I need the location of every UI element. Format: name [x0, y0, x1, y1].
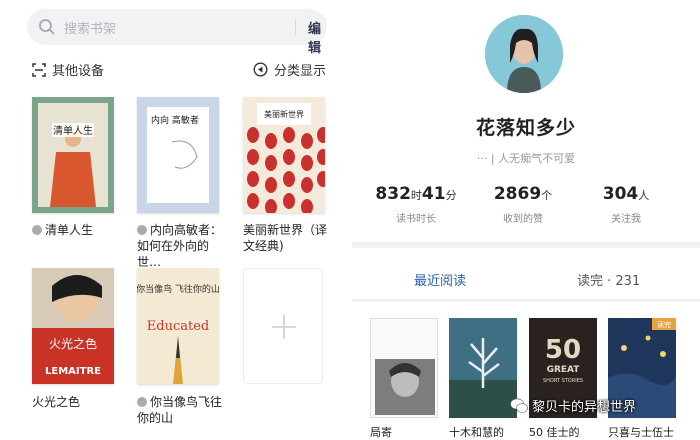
tab-recent-reading[interactable]: 最近阅读 [414, 270, 466, 289]
book-cover-title: 内向 高敏者 [151, 114, 199, 126]
book-cover[interactable]: 内向 高敏者 [137, 97, 219, 213]
user-signature: ··· | 人无痴气不可爱 [476, 152, 576, 165]
recent-books-shelf: 50 GREAT SHORT STORIES 读完 局寄 十木和慧的 50 佳士的 … [352, 302, 700, 439]
search-placeholder: 搜索书架 [64, 22, 117, 37]
reading-tabs: 最近阅读 读完 · 231 [352, 248, 700, 300]
sort-display-button[interactable]: 分类显示 [253, 60, 326, 79]
recent-book-cover[interactable] [370, 318, 438, 418]
stat-unit: 分 [445, 189, 457, 202]
book-cover-title: 你当像鸟 飞往你的山 [137, 283, 219, 295]
book-title[interactable]: 清单人生 [32, 222, 122, 238]
book-title-text: 火光之色 [32, 395, 81, 409]
recent-book-cover[interactable] [449, 318, 517, 418]
svg-text:GREAT: GREAT [547, 365, 581, 375]
synced-icon [32, 224, 42, 235]
divider [295, 19, 296, 35]
stat-label: 关注我 [611, 214, 641, 225]
reading-time-stat[interactable]: 832时41分 读书时长 [361, 184, 471, 225]
book-title-text: 清单人生 [45, 223, 94, 237]
svg-text:SHORT STORIES: SHORT STORIES [543, 378, 583, 384]
synced-icon [137, 224, 147, 235]
stat-value: 832 [375, 184, 411, 204]
stat-unit: 人 [638, 189, 650, 202]
edit-button[interactable]: 编辑 [308, 18, 327, 56]
profile-panel: 花落知多少 ··· | 人无痴气不可爱 832时41分 读书时长 2869个 收… [352, 0, 700, 439]
book-cover[interactable]: 火光之色 LEMAITRE [32, 268, 114, 384]
category-icon [253, 62, 268, 77]
search-bar[interactable]: 搜索书架 编辑 [27, 9, 327, 56]
svg-text:50: 50 [545, 335, 581, 365]
book-title-text: 美丽新世界（译文经典) [243, 223, 328, 253]
add-book-button[interactable] [243, 268, 323, 384]
stat-value: 41 [421, 184, 446, 204]
stat-label: 收到的赞 [503, 214, 543, 225]
stat-unit: 时 [410, 189, 422, 202]
stat-unit: 个 [541, 189, 553, 202]
profile-card: 花落知多少 ··· | 人无痴气不可爱 832时41分 读书时长 2869个 收… [352, 0, 700, 242]
synced-icon [137, 396, 147, 407]
bookshelf-panel: 搜索书架 编辑 其他设备 分类显示 清单人生 内向 高敏者 美丽新世界 火光之色… [0, 0, 348, 438]
book-title[interactable]: 美丽新世界（译文经典) [243, 222, 333, 254]
watermark: 黎贝卡的异想世界 [510, 396, 636, 415]
book-title[interactable]: 你当像鸟飞往你的山 [137, 394, 227, 426]
book-title[interactable]: 内向高敏者：如何在外向的世… [137, 222, 227, 270]
book-title[interactable]: 火光之色 [32, 394, 122, 410]
other-devices-button[interactable]: 其他设备 [32, 60, 104, 79]
stat-label: 读书时长 [396, 214, 436, 225]
book-cover-subtitle: Educated [147, 319, 209, 334]
tab-finished[interactable]: 读完 · 231 [577, 270, 640, 289]
book-cover[interactable]: 清单人生 [32, 97, 114, 213]
sort-display-label: 分类显示 [273, 64, 326, 79]
book-title-text: 内向高敏者：如何在外向的世… [137, 223, 223, 269]
book-cover[interactable]: 美丽新世界 [243, 97, 325, 213]
watermark-text: 黎贝卡的异想世界 [532, 400, 637, 415]
book-title-text: 你当像鸟飞往你的山 [137, 395, 223, 425]
other-devices-label: 其他设备 [52, 64, 105, 79]
book-cover-title: 火光之色 [49, 337, 97, 351]
scan-icon [32, 62, 46, 77]
book-cover[interactable]: 你当像鸟 飞往你的山 Educated [137, 268, 219, 384]
stat-value: 304 [602, 184, 639, 204]
book-cover-art: 美丽新世界 [243, 97, 325, 213]
search-icon [39, 19, 55, 35]
avatar[interactable] [485, 15, 563, 93]
wechat-icon [510, 398, 528, 413]
user-name: 花落知多少 [475, 117, 576, 139]
book-cover-title: 清单人生 [53, 124, 93, 137]
finished-badge: 读完 [657, 320, 671, 329]
plus-icon [272, 315, 296, 339]
book-cover-title: 美丽新世界 [264, 109, 304, 119]
book-cover-art: 火光之色 LEMAITRE [32, 268, 114, 384]
likes-stat[interactable]: 2869个 收到的赞 [468, 184, 578, 225]
stat-value: 2869 [493, 184, 542, 204]
book-cover-art: 你当像鸟 飞往你的山 Educated [137, 268, 219, 384]
followers-stat[interactable]: 304人 关注我 [571, 184, 681, 225]
book-cover-author: LEMAITRE [45, 366, 101, 377]
book-cover-art: 内向 高敏者 [137, 97, 219, 213]
book-cover-art: 清单人生 [32, 97, 114, 213]
